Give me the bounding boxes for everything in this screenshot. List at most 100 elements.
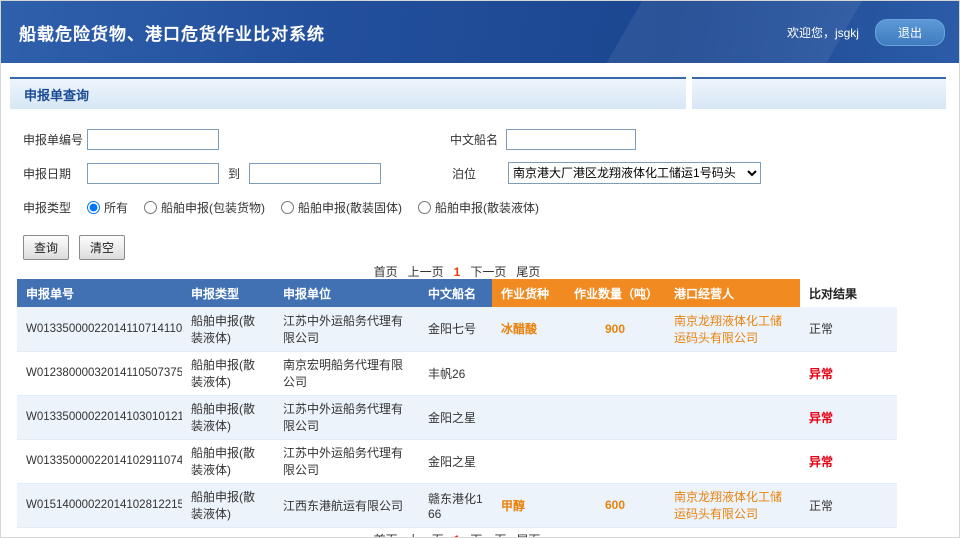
table-row[interactable]: W015140000220141028122151 船舶申报(散装液体) 江西东…: [17, 483, 897, 527]
cell-ship: 赣东港化166: [419, 483, 492, 527]
cell-operator: [665, 351, 800, 395]
date-from-input[interactable]: [87, 163, 219, 184]
page-prev-link[interactable]: 上一页: [408, 263, 444, 280]
cell-operator: 南京龙翔液体化工储运码头有限公司: [665, 307, 800, 351]
table-row[interactable]: W013350000220141029110742 船舶申报(散装液体) 江苏中…: [17, 439, 897, 483]
radio-bulk-solid-label: 船舶申报(散装固体): [298, 199, 402, 216]
pagination-bottom: 首页 上一页 1 下一页 尾页: [17, 531, 897, 538]
decl-no-input[interactable]: [87, 129, 219, 150]
pagination-top: 首页 上一页 1 下一页 尾页: [17, 263, 897, 280]
cell-decl-no: W013350000220141029110742: [17, 439, 182, 483]
page-first-link[interactable]: 首页: [374, 263, 398, 280]
cell-type: 船舶申报(散装液体): [182, 351, 274, 395]
logout-button[interactable]: 退出: [875, 19, 945, 46]
type-radio-group: 所有 船舶申报(包装货物) 船舶申报(散装固体) 船舶申报(散装液体): [87, 199, 539, 216]
page: 船载危险货物、港口危货作业比对系统 欢迎您，jsgkj 退出 申报单查询 申报单…: [0, 0, 960, 538]
radio-packaged[interactable]: 船舶申报(包装货物): [144, 199, 265, 216]
cell-operator: [665, 439, 800, 483]
cell-qty: 600: [565, 483, 665, 527]
page-next-link[interactable]: 下一页: [470, 263, 506, 280]
table-row[interactable]: W013350000220141107141109 船舶申报(散装液体) 江苏中…: [17, 307, 897, 351]
col-header-decl-no: 申报单号: [17, 279, 182, 307]
cell-decl-no: W013350000220141030101217: [17, 395, 182, 439]
section-header-bar: 申报单查询: [10, 77, 946, 109]
cell-decl-no: W013350000220141107141109: [17, 307, 182, 351]
form-buttons-row: 查询 清空: [23, 235, 125, 260]
results-table: 申报单号 申报类型 申报单位 中文船名 作业货种 作业数量（吨） 港口经营人 比…: [17, 279, 897, 528]
cell-unit: 江西东港航运有限公司: [274, 483, 419, 527]
result-badge: 异常: [809, 411, 833, 425]
berth-select[interactable]: 南京港大厂港区龙翔液体化工储运1号码头: [508, 162, 761, 184]
page-last-link[interactable]: 尾页: [516, 263, 540, 280]
radio-packaged-input[interactable]: [144, 201, 157, 214]
result-badge: 正常: [809, 322, 833, 336]
cell-ship: 丰帆26: [419, 351, 492, 395]
cell-result: 异常: [800, 439, 897, 483]
table-row[interactable]: W013350000220141030101217 船舶申报(散装液体) 江苏中…: [17, 395, 897, 439]
top-header-bar: 船载危险货物、港口危货作业比对系统 欢迎您，jsgkj 退出: [1, 1, 959, 63]
cell-qty: [565, 395, 665, 439]
cell-operator: [665, 395, 800, 439]
cell-cargo: [492, 351, 565, 395]
cell-unit: 南京宏明船务代理有限公司: [274, 351, 419, 395]
page-next-link[interactable]: 下一页: [470, 531, 506, 538]
date-to-label: 到: [228, 165, 240, 182]
cell-ship: 金阳七号: [419, 307, 492, 351]
col-header-operator: 港口经营人: [665, 279, 800, 307]
cell-cargo: [492, 395, 565, 439]
ship-name-input[interactable]: [506, 129, 636, 150]
cell-ship: 金阳之星: [419, 439, 492, 483]
col-header-qty: 作业数量（吨）: [565, 279, 665, 307]
cell-type: 船舶申报(散装液体): [182, 307, 274, 351]
header-right-area: 欢迎您，jsgkj 退出: [787, 19, 959, 46]
result-badge: 正常: [809, 499, 833, 513]
welcome-text: 欢迎您，jsgkj: [787, 24, 859, 41]
page-current: 1: [454, 265, 461, 279]
radio-packaged-label: 船舶申报(包装货物): [161, 199, 265, 216]
cell-qty: 900: [565, 307, 665, 351]
col-header-ship: 中文船名: [419, 279, 492, 307]
page-last-link[interactable]: 尾页: [516, 531, 540, 538]
cell-qty: [565, 351, 665, 395]
radio-all[interactable]: 所有: [87, 199, 128, 216]
clear-button[interactable]: 清空: [79, 235, 125, 260]
section-title: 申报单查询: [10, 85, 89, 104]
date-to-input[interactable]: [249, 163, 381, 184]
cell-type: 船舶申报(散装液体): [182, 395, 274, 439]
cell-unit: 江苏中外运船务代理有限公司: [274, 307, 419, 351]
radio-bulk-solid[interactable]: 船舶申报(散装固体): [281, 199, 402, 216]
form-row-type: 申报类型 所有 船舶申报(包装货物) 船舶申报(散装固体) 船舶申报(散装液体): [23, 199, 539, 216]
berth-label: 泊位: [452, 165, 508, 182]
table-row[interactable]: W012380000320141105073753 船舶申报(散装液体) 南京宏…: [17, 351, 897, 395]
cell-type: 船舶申报(散装液体): [182, 483, 274, 527]
cell-operator: 南京龙翔液体化工储运码头有限公司: [665, 483, 800, 527]
cell-decl-no: W015140000220141028122151: [17, 483, 182, 527]
decl-no-label: 申报单编号: [23, 131, 87, 148]
app-title: 船载危险货物、港口危货作业比对系统: [1, 20, 325, 45]
section-header-right: [692, 77, 946, 109]
radio-bulk-liquid-label: 船舶申报(散装液体): [435, 199, 539, 216]
radio-all-label: 所有: [104, 199, 128, 216]
page-prev-link[interactable]: 上一页: [408, 531, 444, 538]
cell-ship: 金阳之星: [419, 395, 492, 439]
radio-bulk-liquid-input[interactable]: [418, 201, 431, 214]
col-header-cargo: 作业货种: [492, 279, 565, 307]
ship-name-label: 中文船名: [450, 131, 506, 148]
radio-bulk-solid-input[interactable]: [281, 201, 294, 214]
result-badge: 异常: [809, 367, 833, 381]
form-row-declno-shipname: 申报单编号 中文船名: [23, 129, 636, 150]
cell-cargo: 甲醇: [492, 483, 565, 527]
page-current: 1: [454, 533, 461, 538]
cell-unit: 江苏中外运船务代理有限公司: [274, 439, 419, 483]
section-header-left: 申报单查询: [10, 77, 686, 109]
cell-result: 异常: [800, 395, 897, 439]
cell-cargo: 冰醋酸: [492, 307, 565, 351]
cell-unit: 江苏中外运船务代理有限公司: [274, 395, 419, 439]
cell-result: 异常: [800, 351, 897, 395]
radio-bulk-liquid[interactable]: 船舶申报(散装液体): [418, 199, 539, 216]
page-first-link[interactable]: 首页: [374, 531, 398, 538]
query-button[interactable]: 查询: [23, 235, 69, 260]
cell-type: 船舶申报(散装液体): [182, 439, 274, 483]
radio-all-input[interactable]: [87, 201, 100, 214]
cell-cargo: [492, 439, 565, 483]
